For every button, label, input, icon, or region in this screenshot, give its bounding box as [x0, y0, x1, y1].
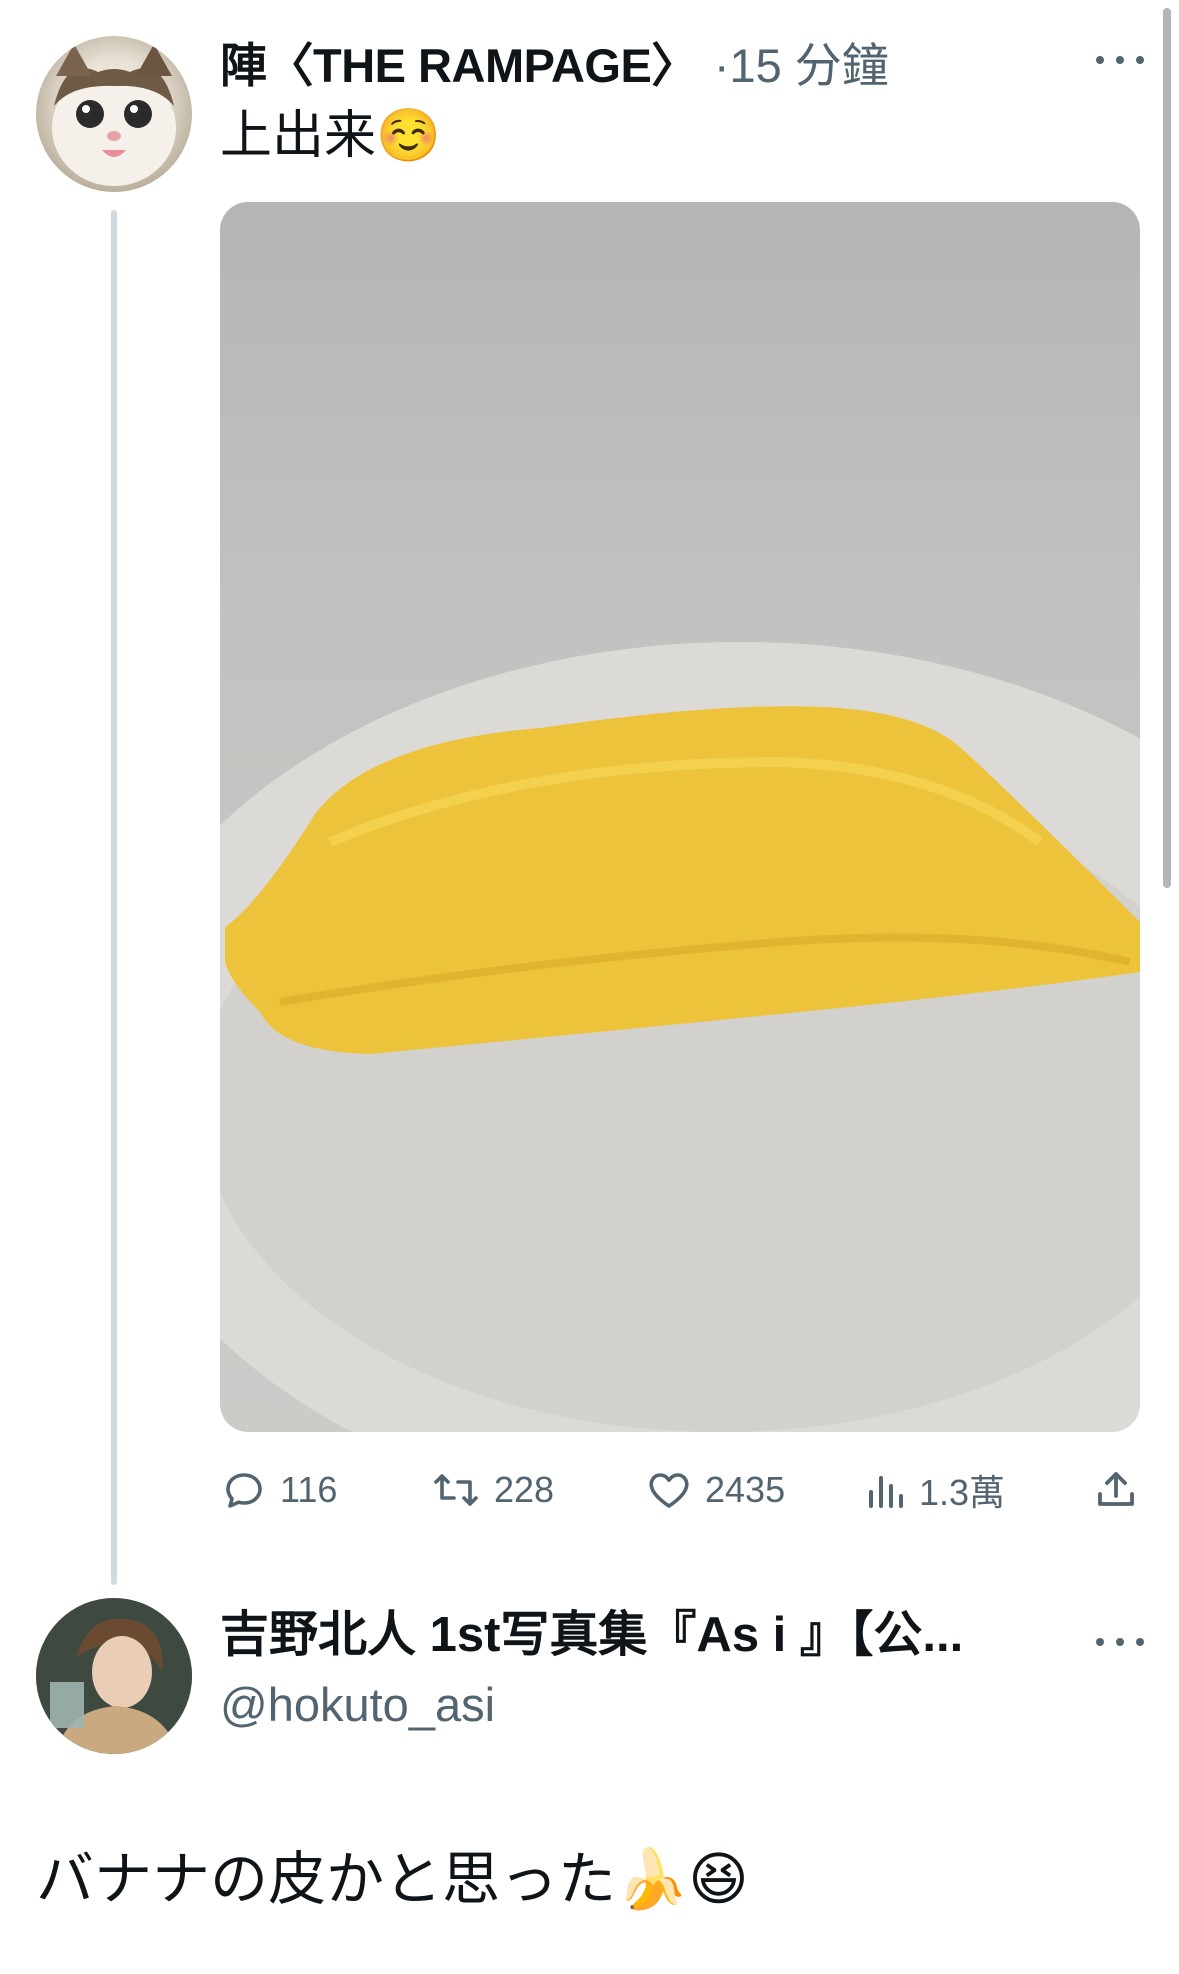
tweet-header: 陣〈THE RAMPAGE〉 ·15 分鐘: [220, 26, 889, 96]
tweet-text: 上出来☺️: [220, 107, 441, 165]
dot: [1096, 1638, 1104, 1646]
retweet-count: 228: [494, 1469, 555, 1510]
retweet-button[interactable]: 228: [430, 1455, 554, 1525]
reply-count: 116: [280, 1469, 338, 1510]
tweet-text: バナナの皮かと思った🍌😆: [36, 1847, 749, 1912]
cat-avatar[interactable]: [36, 36, 192, 192]
dot: [1096, 56, 1104, 64]
person-avatar-icon: [36, 1598, 192, 1754]
retweet-icon: [434, 1474, 478, 1506]
views-count: 1.3萬: [919, 1472, 1006, 1513]
tweet-timestamp[interactable]: ·15 分鐘: [714, 27, 889, 96]
dot: [1136, 1638, 1144, 1646]
reply-button[interactable]: 116: [220, 1455, 337, 1525]
thread-connector-line: [111, 210, 117, 1585]
like-button[interactable]: 2435: [645, 1455, 785, 1525]
tweet-actions-bar: 116 228 2435 1.3萬: [220, 1455, 1140, 1525]
dot: [1116, 56, 1124, 64]
person-avatar[interactable]: [36, 1598, 192, 1754]
omelette-photo-icon: [220, 642, 1140, 1432]
views-button[interactable]: 1.3萬: [865, 1455, 1005, 1525]
share-icon: [1098, 1472, 1134, 1506]
user-handle[interactable]: @hokuto_asi: [220, 1672, 495, 1738]
heart-icon: [649, 1473, 689, 1508]
views-chart-icon: [869, 1476, 903, 1508]
more-options-button[interactable]: [1090, 1622, 1150, 1662]
share-button[interactable]: [1092, 1455, 1140, 1525]
dot: [1136, 56, 1144, 64]
dot: [1116, 1638, 1124, 1646]
like-count: 2435: [705, 1469, 786, 1510]
scrollbar[interactable]: [1163, 8, 1171, 888]
cat-avatar-icon: [52, 44, 176, 186]
tweet-media-photo[interactable]: [220, 202, 1140, 1432]
more-options-button[interactable]: [1090, 40, 1150, 80]
display-name[interactable]: 陣〈THE RAMPAGE〉: [220, 27, 698, 96]
display-name[interactable]: 吉野北人 1st写真集『As i 』【公...: [220, 1600, 1050, 1670]
reply-icon: [226, 1473, 262, 1508]
